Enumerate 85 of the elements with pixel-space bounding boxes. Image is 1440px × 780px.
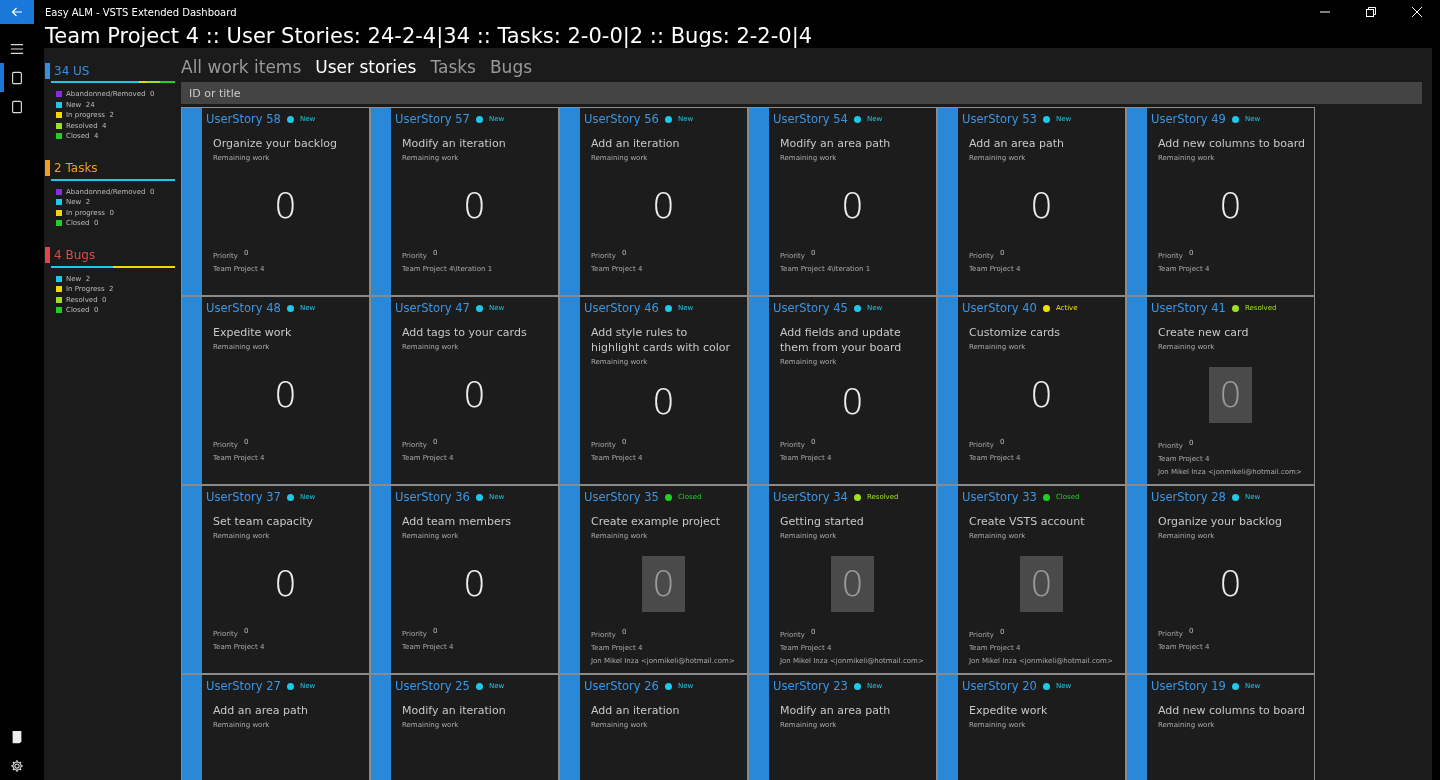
close-icon (1412, 7, 1422, 17)
card-title: Add tags to your cards (402, 325, 528, 340)
card-title: Add style rules to highlight cards with color (591, 325, 732, 355)
remaining-work-value: 0 (1030, 376, 1053, 413)
group-title: 2 Tasks (54, 161, 98, 175)
card-title: Add fields and update them from your board (780, 325, 903, 355)
card-title: Getting started (780, 514, 865, 529)
remaining-work-value: 0 (463, 565, 486, 602)
card-title: Add new columns to board (1158, 703, 1306, 718)
item-id[interactable]: UserStory 45 (773, 301, 848, 315)
item-id[interactable]: UserStory 26 (584, 679, 659, 693)
item-id[interactable]: UserStory 57 (395, 112, 470, 126)
item-id[interactable]: UserStory 35 (584, 490, 659, 504)
item-id[interactable]: UserStory 19 (1151, 679, 1226, 693)
item-id[interactable]: UserStory 23 (773, 679, 848, 693)
card-title: Add team members (402, 514, 513, 529)
item-id[interactable]: UserStory 28 (1151, 490, 1226, 504)
card-title: Modify an area path (780, 703, 892, 718)
card-title: Add an area path (213, 703, 310, 718)
item-id[interactable]: UserStory 41 (1151, 301, 1226, 315)
remaining-work-value: 0 (463, 376, 486, 413)
item-id[interactable]: UserStory 49 (1151, 112, 1226, 126)
remaining-work-value: 0 (274, 565, 297, 602)
remaining-work-value: 0 (463, 187, 486, 224)
restore-icon (1366, 7, 1376, 17)
tab[interactable]: Bugs (489, 57, 533, 77)
item-id[interactable]: UserStory 34 (773, 490, 848, 504)
remaining-work-value: 0 (274, 376, 297, 413)
remaining-work-value: 0 (831, 556, 874, 612)
card-title: Modify an iteration (402, 703, 507, 718)
item-id[interactable]: UserStory 46 (584, 301, 659, 315)
group-title: 34 US (54, 63, 90, 78)
document-icon (10, 99, 24, 114)
remaining-work-value: 0 (1209, 367, 1252, 423)
item-id[interactable]: UserStory 58 (206, 112, 281, 126)
page-title: Team Project 4 :: User Stories: 24-2-4|34 :: Tasks: 2-0-0|2 :: Bugs: 2-2-0|4 (44, 24, 814, 48)
card-title: Organize your backlog (1158, 514, 1283, 529)
card-title: Create VSTS account (969, 514, 1086, 529)
item-id[interactable]: UserStory 25 (395, 679, 470, 693)
remaining-work-value: 0 (652, 384, 675, 420)
window-title: Easy ALM - VSTS Extended Dashboard (45, 6, 238, 18)
item-id[interactable]: UserStory 56 (584, 112, 659, 126)
item-id[interactable]: UserStory 37 (206, 490, 281, 504)
card-title: Expedite work (213, 325, 293, 340)
card-title: Modify an iteration (402, 136, 507, 151)
remaining-work-value: 0 (841, 187, 864, 224)
card-title: Add new columns to board (1158, 136, 1306, 151)
card-title: Add an iteration (591, 703, 681, 718)
item-id[interactable]: UserStory 33 (962, 490, 1037, 504)
item-id[interactable]: UserStory 20 (962, 679, 1037, 693)
card-title: Customize cards (969, 325, 1062, 340)
item-id[interactable]: UserStory 53 (962, 112, 1037, 126)
card-title: Set team capacity (213, 514, 315, 529)
item-id[interactable]: UserStory 47 (395, 301, 470, 315)
remaining-work-value: 0 (652, 187, 675, 224)
remaining-work-value: 0 (274, 187, 297, 224)
remaining-work-value: 0 (1030, 187, 1053, 224)
remaining-work-value: 0 (841, 384, 864, 420)
back-button[interactable] (0, 0, 34, 24)
group-title: 4 Bugs (54, 248, 96, 262)
document-icon (10, 70, 24, 85)
card-title: Modify an area path (780, 136, 892, 151)
item-id[interactable]: UserStory 54 (773, 112, 848, 126)
remaining-work-value: 0 (1219, 565, 1242, 602)
card-title: Add an area path (969, 136, 1066, 151)
item-id[interactable]: UserStory 27 (206, 679, 281, 693)
item-id[interactable]: UserStory 36 (395, 490, 470, 504)
item-id[interactable]: UserStory 48 (206, 301, 281, 315)
menu-icon (10, 41, 24, 56)
remaining-work-value: 0 (642, 556, 685, 612)
tab[interactable]: Tasks (430, 57, 476, 77)
card-title: Create new card (1158, 325, 1250, 340)
card-title: Add an iteration (591, 136, 681, 151)
card-title: Expedite work (969, 703, 1049, 718)
card-title: Organize your backlog (213, 136, 338, 151)
back-arrow-icon (11, 6, 23, 18)
settings-icon (10, 758, 24, 773)
tab[interactable]: User stories (315, 57, 417, 77)
tab[interactable]: All work items (181, 57, 302, 77)
remaining-work-value: 0 (1219, 187, 1242, 224)
card-title: Create example project (591, 514, 722, 529)
note-icon (10, 729, 24, 744)
search-field[interactable]: ID or title (181, 82, 1422, 104)
item-id[interactable]: UserStory 40 (962, 301, 1037, 315)
remaining-work-value: 0 (1020, 556, 1063, 612)
